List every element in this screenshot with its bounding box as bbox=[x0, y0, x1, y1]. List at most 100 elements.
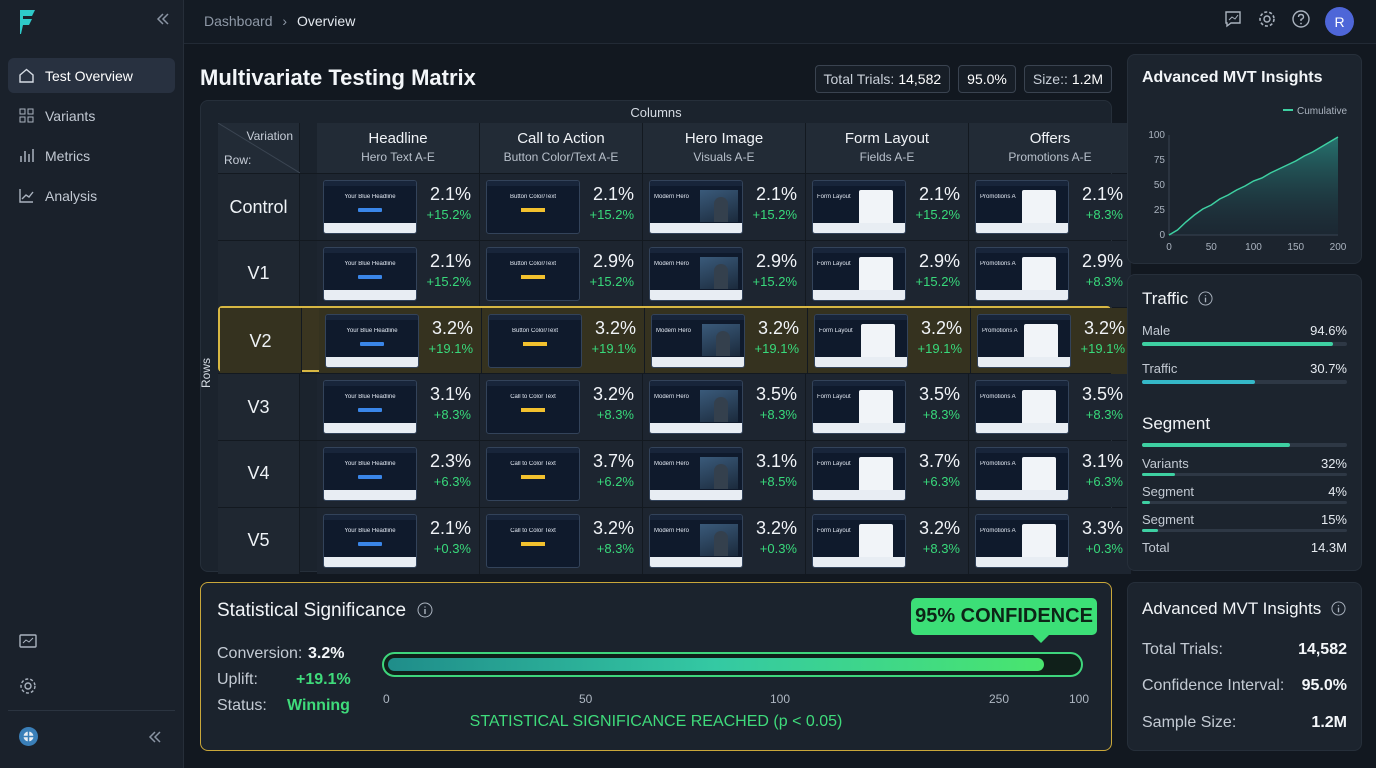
thumb-form bbox=[1022, 390, 1056, 427]
uplift-value: +0.3% bbox=[433, 540, 471, 556]
matrix-cell[interactable]: Form Layout 3.2% +8.3% bbox=[806, 507, 969, 574]
matrix-cell[interactable]: Call to Color Text 3.2% +8.3% bbox=[480, 374, 643, 441]
matrix-corner: Variation Row: bbox=[218, 123, 300, 173]
matrix-cell[interactable]: Your Blue Headline 2.3% +6.3% bbox=[317, 440, 480, 507]
matrix-row[interactable]: Control Your Blue Headline 2.1% +15.2% Butto… bbox=[218, 173, 1132, 240]
thumb-footer bbox=[976, 423, 1068, 434]
info-icon[interactable] bbox=[417, 602, 433, 618]
sidebar-item-metrics[interactable]: Metrics bbox=[8, 138, 175, 173]
matrix-cell[interactable]: Form Layout 2.9% +15.2% bbox=[806, 240, 969, 307]
column-header[interactable]: Form Layout Fields A-E bbox=[806, 123, 969, 173]
uplift-value: +6.3% bbox=[1085, 473, 1123, 489]
matrix-cell[interactable]: Promotions A 2.9% +8.3% bbox=[969, 240, 1132, 307]
user-avatar[interactable]: R bbox=[1325, 7, 1354, 36]
chip-value: 1.2M bbox=[1071, 71, 1103, 87]
matrix-cell[interactable]: Promotions A 3.1% +6.3% bbox=[969, 440, 1132, 507]
help-icon[interactable] bbox=[1291, 9, 1311, 34]
cell-metrics: 3.2% +19.1% bbox=[755, 318, 799, 356]
thumb-form bbox=[859, 523, 893, 560]
sidebar-item-test-overview[interactable]: Test Overview bbox=[8, 58, 175, 93]
legend-label: Cumulative bbox=[1297, 106, 1347, 117]
chip-value: 95.0% bbox=[967, 71, 1007, 87]
info-icon[interactable] bbox=[1198, 291, 1213, 306]
matrix-cell[interactable]: Your Blue Headline 2.1% +15.2% bbox=[317, 240, 480, 307]
matrix-cell[interactable]: Modern Hero 3.2% +0.3% bbox=[643, 507, 806, 574]
corner-row-label: Row: bbox=[224, 153, 252, 167]
thumb-form bbox=[1022, 523, 1056, 560]
x-tick-label: 200 bbox=[1330, 242, 1347, 253]
matrix-cell[interactable]: Your Blue Headline 3.2% +19.1% bbox=[319, 308, 482, 375]
app-logo[interactable] bbox=[18, 8, 38, 41]
matrix-cell[interactable]: Form Layout 3.2% +19.1% bbox=[808, 308, 971, 375]
segment-bar-fill bbox=[1142, 529, 1159, 532]
matrix-cell[interactable]: Modern Hero 2.9% +15.2% bbox=[643, 240, 806, 307]
matrix-cell[interactable]: Promotions A 3.2% +19.1% bbox=[971, 308, 1134, 375]
matrix-row[interactable]: V2 Your Blue Headline 3.2% +19.1% Button Col… bbox=[218, 306, 1134, 375]
matrix-cell[interactable]: Promotions A 2.1% +8.3% bbox=[969, 174, 1132, 240]
info-icon[interactable] bbox=[1331, 601, 1346, 616]
column-header[interactable]: Headline Hero Text A-E bbox=[317, 123, 480, 173]
traffic-title: Traffic bbox=[1142, 289, 1213, 309]
column-header[interactable]: Call to Action Button Color/Text A-E bbox=[480, 123, 643, 173]
variant-thumbnail: Modern Hero bbox=[649, 446, 743, 501]
uplift-value: +19.1% bbox=[591, 341, 636, 357]
matrix-cell[interactable]: Promotions A 3.5% +8.3% bbox=[969, 374, 1132, 441]
traffic-label: Male bbox=[1142, 323, 1171, 338]
matrix-cell[interactable]: Button Color/Text 2.9% +15.2% bbox=[480, 240, 643, 307]
significance-progress-fill bbox=[388, 658, 1044, 671]
gear-icon[interactable] bbox=[1257, 9, 1277, 34]
column-header[interactable]: Offers Promotions A-E bbox=[969, 123, 1132, 173]
variant-thumbnail: Promotions A bbox=[977, 314, 1071, 369]
matrix-cell[interactable]: Your Blue Headline 3.1% +8.3% bbox=[317, 374, 480, 441]
column-header[interactable]: Hero Image Visuals A-E bbox=[643, 123, 806, 173]
collapse-bottom-icon[interactable] bbox=[148, 730, 162, 749]
matrix-cell[interactable]: Button Color/Text 3.2% +19.1% bbox=[482, 308, 645, 375]
conversion-rate: 3.1% bbox=[755, 450, 797, 471]
thumb-footer bbox=[976, 489, 1068, 500]
matrix-cell[interactable]: Your Blue Headline 2.1% +15.2% bbox=[317, 174, 480, 240]
conversion-rate: 3.2% bbox=[918, 517, 960, 538]
matrix-row[interactable]: V4 Your Blue Headline 2.3% +6.3% Call to Col… bbox=[218, 439, 1132, 507]
matrix-cell[interactable]: Modern Hero 3.5% +8.3% bbox=[643, 374, 806, 441]
matrix-row[interactable]: V3 Your Blue Headline 3.1% +8.3% Call to Col… bbox=[218, 373, 1132, 441]
conversion-rate: 2.1% bbox=[429, 184, 471, 204]
matrix-cell[interactable]: Form Layout 3.7% +6.3% bbox=[806, 440, 969, 507]
collapse-sidebar-icon[interactable] bbox=[156, 12, 170, 31]
settings-gear-icon[interactable] bbox=[18, 676, 38, 701]
size-chip: Size:: 1.2M bbox=[1023, 65, 1112, 93]
uplift-value: +19.1% bbox=[917, 341, 962, 357]
matrix-cell[interactable]: Button Color/Text 2.1% +15.2% bbox=[480, 174, 643, 240]
feedback-icon[interactable] bbox=[18, 632, 38, 657]
matrix-row[interactable]: V5 Your Blue Headline 2.1% +0.3% Call to Col… bbox=[218, 506, 1132, 574]
matrix-cell[interactable]: Modern Hero 2.1% +15.2% bbox=[643, 174, 806, 240]
segment-value: 15% bbox=[1320, 512, 1347, 527]
corner-column-label: Variation bbox=[246, 129, 293, 143]
uplift-value: +19.1% bbox=[428, 341, 473, 357]
thumb-person bbox=[714, 263, 728, 289]
column-title: Offers bbox=[1029, 130, 1071, 147]
matrix-cell[interactable]: Form Layout 3.5% +8.3% bbox=[806, 374, 969, 441]
cell-metrics: 3.2% +8.3% bbox=[593, 384, 634, 422]
matrix-cell[interactable]: Modern Hero 3.2% +19.1% bbox=[645, 308, 808, 375]
uplift-value: +15.2% bbox=[426, 207, 471, 222]
thumb-footer bbox=[813, 489, 905, 500]
matrix-row[interactable]: V1 Your Blue Headline 2.1% +15.2% Button Col… bbox=[218, 239, 1132, 307]
sidebar-item-variants[interactable]: Variants bbox=[8, 98, 175, 133]
thumb-nav bbox=[813, 381, 905, 387]
conversion-value: 3.2% bbox=[308, 645, 345, 662]
row-label: V2 bbox=[220, 308, 302, 375]
thumb-headline: Call to Color Text bbox=[510, 394, 556, 401]
matrix-cell[interactable]: Your Blue Headline 2.1% +0.3% bbox=[317, 507, 480, 574]
workspace-avatar[interactable] bbox=[18, 726, 39, 752]
breadcrumb-root[interactable]: Dashboard bbox=[204, 13, 273, 29]
comment-icon[interactable] bbox=[1223, 9, 1243, 34]
matrix-cell[interactable]: Call to Color Text 3.7% +6.2% bbox=[480, 440, 643, 507]
column-subtitle: Button Color/Text A-E bbox=[503, 150, 619, 164]
matrix-cell[interactable]: Form Layout 2.1% +15.2% bbox=[806, 174, 969, 240]
matrix-cell[interactable]: Modern Hero 3.1% +8.5% bbox=[643, 440, 806, 507]
uplift-value: +8.5% bbox=[759, 473, 797, 489]
sidebar-item-analysis[interactable]: Analysis bbox=[8, 178, 175, 213]
matrix-cell[interactable]: Promotions A 3.3% +0.3% bbox=[969, 507, 1132, 574]
conversion-rate: 2.9% bbox=[1081, 250, 1123, 271]
matrix-cell[interactable]: Call to Color Text 3.2% +8.3% bbox=[480, 507, 643, 574]
